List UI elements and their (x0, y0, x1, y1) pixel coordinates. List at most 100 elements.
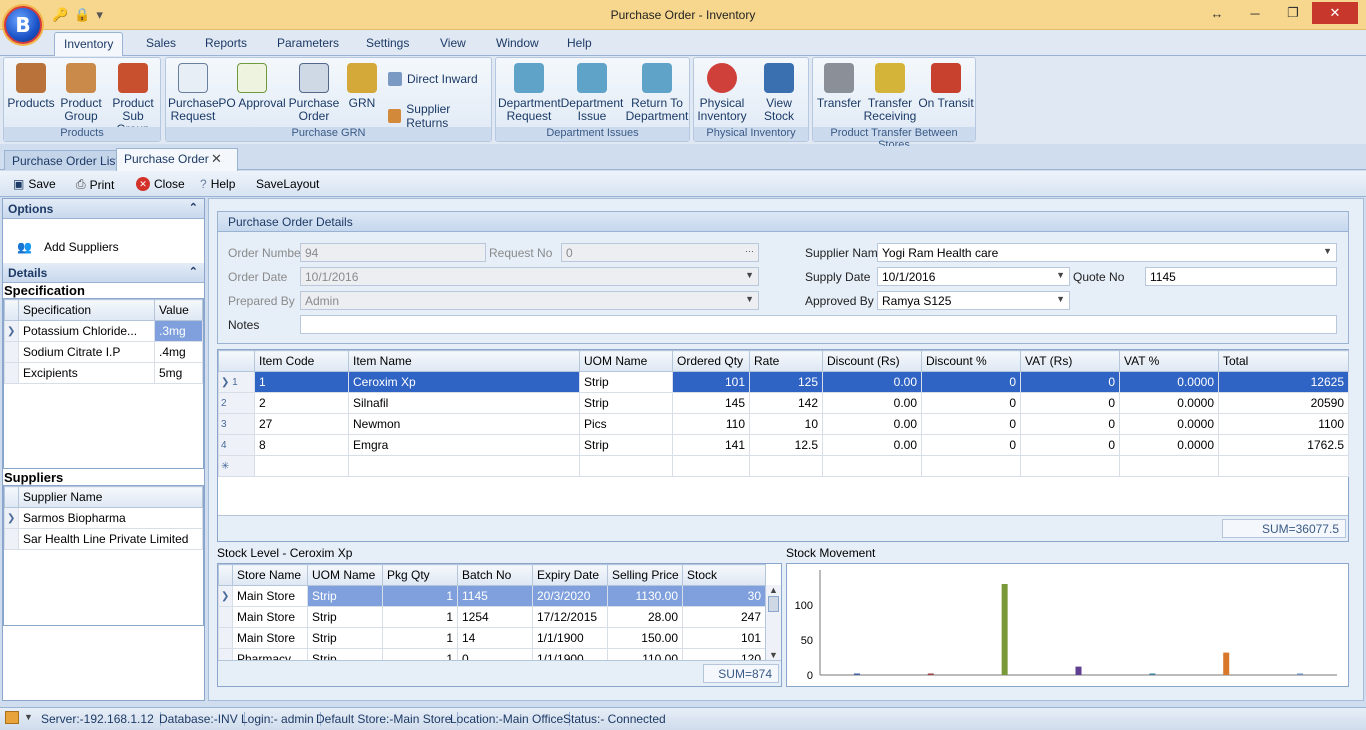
table-row[interactable]: Main Store Strip 1 14 1/1/1900 150.00 10… (218, 627, 766, 649)
menu-window[interactable]: Window (496, 36, 539, 50)
chevron-down-icon[interactable]: ▼ (1056, 270, 1065, 280)
column-header[interactable]: Item Code (254, 350, 349, 372)
save-layout-button[interactable]: SaveLayout (256, 177, 319, 191)
close-tab-icon[interactable]: ✕ (211, 151, 222, 167)
supplier-returns-button[interactable]: Supplier Returns (388, 102, 491, 130)
products-button[interactable]: Products (6, 60, 56, 110)
scroll-up-icon[interactable]: ▲ (766, 585, 781, 595)
restore-button[interactable]: ❐ (1274, 2, 1312, 24)
menu-reports[interactable]: Reports (205, 36, 247, 50)
supplier-name-field[interactable]: Yogi Ram Health care ▼ (877, 243, 1337, 262)
request-no-field[interactable]: 0 ··· (561, 243, 759, 262)
tab-purchase-order-list[interactable]: Purchase Order List (4, 150, 127, 170)
return-to-department-button[interactable]: Return To Department (624, 60, 690, 123)
table-row[interactable]: 4 8 Emgra Strip 141 12.5 0.00 0 0 0.0000… (218, 434, 1349, 456)
column-header[interactable]: Discount % (921, 350, 1021, 372)
table-row[interactable]: 2 2 Silnafil Strip 145 142 0.00 0 0 0.00… (218, 392, 1349, 414)
details-title: Purchase Order Details (218, 212, 1348, 232)
users-add-icon: 👥 (17, 240, 32, 254)
column-header[interactable]: Pkg Qty (382, 564, 458, 586)
purchase-request-button[interactable]: Purchase Request (168, 60, 219, 123)
menu-inventory[interactable]: Inventory (54, 32, 124, 57)
approved-by-field[interactable]: Ramya S125 ▼ (877, 291, 1070, 310)
product-sub-group-button[interactable]: Product Sub Group (106, 60, 160, 136)
details-header[interactable]: Details ⌃ (3, 263, 204, 283)
minimize-button[interactable]: ─ (1236, 2, 1274, 24)
column-header[interactable]: UOM Name (307, 564, 383, 586)
column-header[interactable]: VAT % (1119, 350, 1219, 372)
transfer-receiving-button[interactable]: Transfer Receiving (863, 60, 917, 123)
menu-help[interactable]: Help (567, 36, 592, 50)
chevron-down-icon[interactable]: ▼ (24, 712, 33, 722)
column-header[interactable]: Value (154, 299, 203, 321)
save-button[interactable]: ▣ Save (13, 177, 56, 191)
po-approval-button[interactable]: PO Approval (218, 60, 286, 110)
department-request-button[interactable]: Department Request (498, 60, 561, 123)
menu-sales[interactable]: Sales (146, 36, 176, 50)
column-header[interactable]: Store Name (232, 564, 308, 586)
physical-inventory-button[interactable]: Physical Inventory (696, 60, 748, 123)
column-header[interactable]: Total (1218, 350, 1349, 372)
table-row[interactable]: Sar Health Line Private Limited (4, 528, 203, 550)
column-header[interactable]: Stock (682, 564, 766, 586)
view-stock-button[interactable]: View Stock (750, 60, 808, 123)
column-header[interactable]: VAT (Rs) (1020, 350, 1120, 372)
add-suppliers-link[interactable]: 👥 Add Suppliers (3, 219, 204, 263)
resize-icon[interactable]: ↔ (1198, 2, 1236, 24)
notes-field[interactable] (300, 315, 1337, 334)
transfer-button[interactable]: Transfer (815, 60, 863, 110)
table-row[interactable]: ❯ Main Store Strip 1 1145 20/3/2020 1130… (218, 585, 766, 607)
status-menu-icon[interactable] (5, 711, 19, 724)
column-header[interactable]: Batch No (457, 564, 533, 586)
chevron-down-icon[interactable]: ▼ (745, 270, 754, 280)
table-row[interactable]: 3 27 Newmon Pics 110 10 0.00 0 0 0.0000 … (218, 413, 1349, 435)
vertical-scrollbar[interactable]: ▲ ▼ (765, 585, 781, 660)
table-row[interactable]: ❯ Potassium Chloride... .3mg (4, 320, 203, 342)
scroll-down-icon[interactable]: ▼ (766, 650, 781, 660)
product-group-button[interactable]: Product Group (56, 60, 106, 123)
column-header[interactable]: UOM Name (579, 350, 673, 372)
ribbon-group-department-issues: Department Request Department Issue Retu… (495, 57, 690, 142)
help-button[interactable]: ? Help (200, 177, 235, 191)
chevron-down-icon[interactable]: ▼ (745, 294, 754, 304)
quote-no-label: Quote No (1073, 270, 1125, 284)
app-menu-button[interactable]: B (4, 6, 42, 44)
print-button[interactable]: ⎙ Print (76, 177, 114, 192)
options-header[interactable]: Options ⌃ (3, 199, 204, 219)
column-header[interactable]: Specification (18, 299, 155, 321)
column-header[interactable]: Discount (Rs) (822, 350, 922, 372)
ellipsis-icon[interactable]: ··· (745, 246, 754, 256)
table-row[interactable]: Main Store Strip 1 1254 17/12/2015 28.00… (218, 606, 766, 628)
new-row[interactable]: ✳ (218, 455, 1349, 477)
menu-view[interactable]: View (440, 36, 466, 50)
column-header[interactable]: Ordered Qty (672, 350, 750, 372)
direct-inward-button[interactable]: Direct Inward (388, 72, 478, 86)
prepared-by-field[interactable]: Admin ▼ (300, 291, 759, 310)
scroll-thumb[interactable] (768, 596, 779, 612)
on-transit-button[interactable]: On Transit (917, 60, 975, 110)
department-issue-button[interactable]: Department Issue (560, 60, 624, 123)
column-header[interactable]: Supplier Name (18, 486, 203, 508)
purchase-order-button[interactable]: Purchase Order (288, 60, 340, 123)
chevron-down-icon[interactable]: ▼ (1323, 246, 1332, 256)
order-date-field[interactable]: 10/1/2016 ▼ (300, 267, 759, 286)
menu-parameters[interactable]: Parameters (277, 36, 339, 50)
supply-date-field[interactable]: 10/1/2016 ▼ (877, 267, 1070, 286)
collapse-icon[interactable]: ⌃ (189, 265, 198, 278)
grn-button[interactable]: GRN (342, 60, 382, 110)
chevron-down-icon[interactable]: ▼ (1056, 294, 1065, 304)
column-header[interactable]: Rate (749, 350, 823, 372)
column-header[interactable]: Expiry Date (532, 564, 608, 586)
column-header[interactable]: Selling Price (607, 564, 683, 586)
column-header[interactable]: Item Name (348, 350, 580, 372)
table-row[interactable]: Excipients 5mg (4, 362, 203, 384)
close-button[interactable]: ✕ Close (136, 177, 185, 191)
table-row[interactable]: Sodium Citrate I.P .4mg (4, 341, 203, 363)
menu-settings[interactable]: Settings (366, 36, 409, 50)
quote-no-field[interactable]: 1145 (1145, 267, 1337, 286)
table-row[interactable]: ❯ 1 1 Ceroxim Xp Strip 101 125 0.00 0 0 … (218, 371, 1349, 393)
close-window-button[interactable]: ✕ (1312, 2, 1358, 24)
table-row[interactable]: ❯ Sarmos Biopharma (4, 507, 203, 529)
collapse-icon[interactable]: ⌃ (189, 201, 198, 214)
order-number-field[interactable]: 94 (300, 243, 486, 262)
